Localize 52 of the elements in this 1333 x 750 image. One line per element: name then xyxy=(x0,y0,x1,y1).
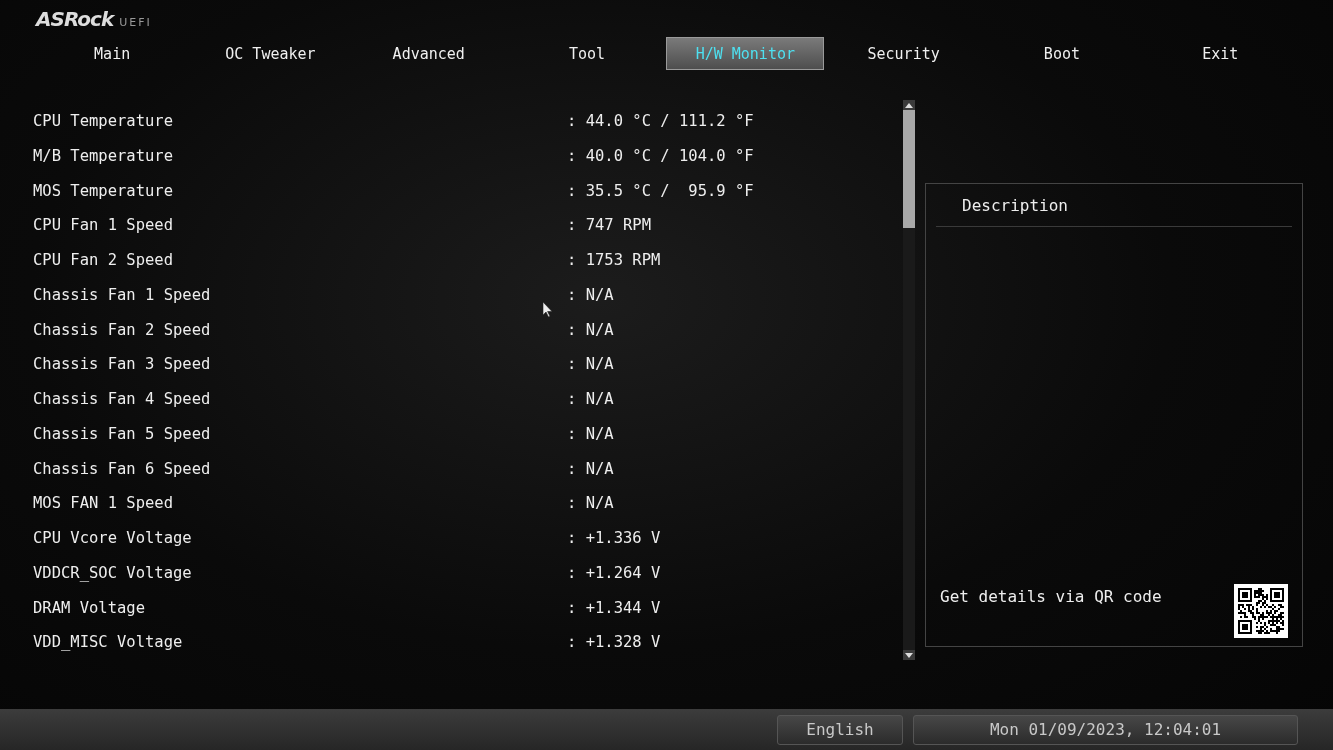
language-button[interactable]: English xyxy=(777,714,903,745)
sensor-value: : +1.336 V xyxy=(567,529,661,547)
sensor-label: Chassis Fan 3 Speed xyxy=(33,355,212,374)
sensor-label: DRAM Voltage xyxy=(33,598,146,617)
sensor-value: : 747 RPM xyxy=(567,216,651,235)
sensor-value: : 40.0 °C / 104.0 °F xyxy=(567,146,754,165)
menu-tab[interactable]: OC Tweaker xyxy=(191,37,350,70)
sensor-label: VDDCR_SOC Voltage xyxy=(33,563,193,582)
sensor-value: : N/A xyxy=(567,355,614,374)
menu-tab[interactable]: Tool xyxy=(507,37,667,70)
sensor-value: : +1.328 V xyxy=(567,633,661,652)
sensor-label: VDD_MISC Voltage xyxy=(33,633,184,652)
sensor-value: : +1.344 V xyxy=(567,598,661,617)
scroll-down-icon[interactable] xyxy=(903,650,915,660)
menu-tab[interactable]: Security xyxy=(824,37,983,70)
sensor-label: M/B Temperature xyxy=(33,146,174,165)
sensor-value: : 35.5 °C / 95.9 °F xyxy=(567,181,754,200)
menu-tab[interactable]: Advanced xyxy=(349,37,508,70)
sensor-label: CPU Fan 2 Speed xyxy=(33,251,174,269)
menu-tab[interactable]: Main xyxy=(33,37,192,70)
sensor-label: CPU Vcore Voltage xyxy=(33,529,193,547)
sensor-label: Chassis Fan 1 Speed xyxy=(33,285,212,304)
sensor-value: : 1753 RPM xyxy=(567,251,661,269)
sensor-value: : N/A xyxy=(567,424,614,443)
sensor-label: MOS Temperature xyxy=(33,181,174,200)
scroll-up-icon[interactable] xyxy=(903,100,915,110)
sensor-label: MOS FAN 1 Speed xyxy=(33,494,174,513)
sensor-label: Chassis Fan 5 Speed xyxy=(33,424,212,443)
sensor-label: CPU Temperature xyxy=(33,112,174,130)
sensor-value: : N/A xyxy=(567,285,614,304)
scroll-thumb[interactable] xyxy=(903,110,915,228)
menu-tab[interactable]: Exit xyxy=(1141,37,1300,70)
sensor-label: CPU Fan 1 Speed xyxy=(33,216,174,235)
sensor-value: : +1.264 V xyxy=(567,563,661,582)
description-title: Description xyxy=(936,184,1292,227)
sensor-value: : N/A xyxy=(567,459,614,478)
date-time-display: Mon 01/09/2023, 12:04:01 xyxy=(913,714,1298,745)
sensor-label: Chassis Fan 6 Speed xyxy=(33,459,212,478)
menu-tab[interactable]: H/W Monitor xyxy=(666,37,825,70)
brand-logo: ASRock xyxy=(36,8,114,30)
mouse-cursor-icon xyxy=(543,302,553,318)
sensor-label: Chassis Fan 4 Speed xyxy=(33,390,212,408)
sensor-value: : N/A xyxy=(567,320,614,339)
sensor-label: Chassis Fan 2 Speed xyxy=(33,320,212,339)
qr-hint-text: Get details via QR code xyxy=(940,587,1162,606)
menu-tab[interactable]: Boot xyxy=(982,37,1142,70)
logo-suffix: UEFI xyxy=(119,16,152,30)
scrollbar[interactable] xyxy=(903,100,915,660)
qr-code-icon xyxy=(1234,584,1288,638)
sensor-value: : N/A xyxy=(567,390,614,408)
sensor-value: : 44.0 °C / 111.2 °F xyxy=(567,112,754,130)
sensor-value: : N/A xyxy=(567,494,614,513)
